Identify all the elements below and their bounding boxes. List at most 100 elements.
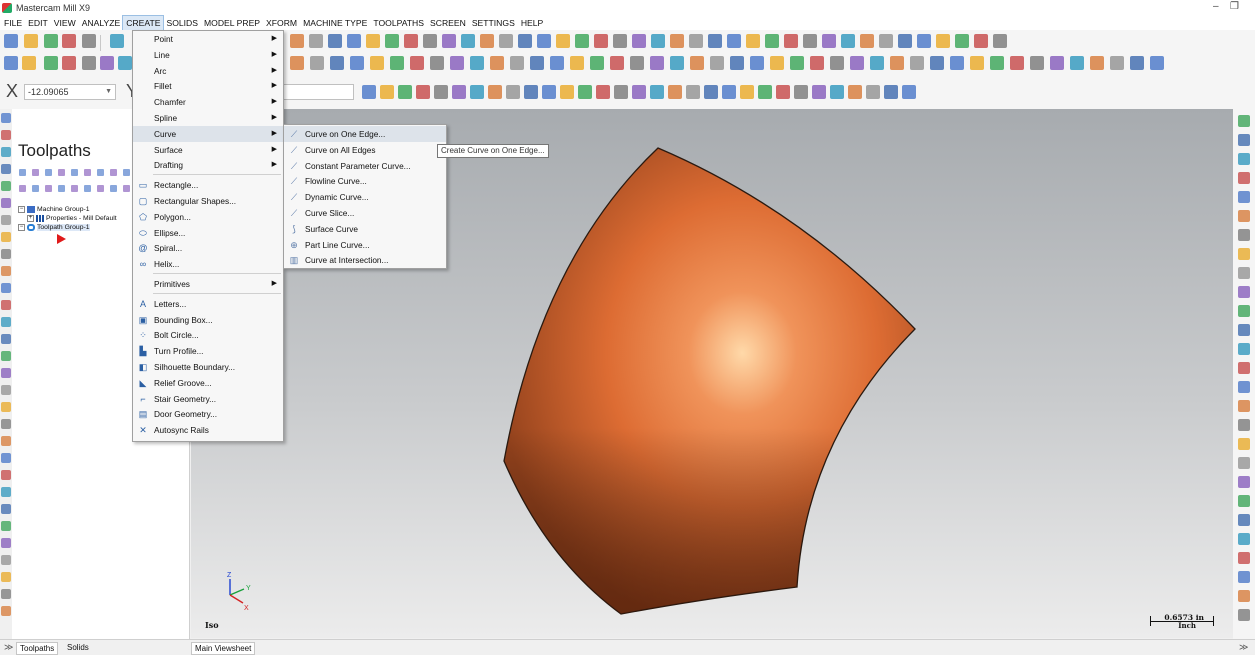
create-menu-item-helix[interactable]: Helix... ∞ [133, 256, 283, 272]
tree-row-toolpath-group[interactable]: − Toolpath Group-1 [18, 223, 117, 232]
file-tool-icon[interactable] [499, 34, 513, 48]
file-tool-icon[interactable] [803, 34, 817, 48]
create-menu-item-bounding-box[interactable]: Bounding Box... ▣ [133, 312, 283, 328]
file-tool-icon[interactable] [404, 34, 418, 48]
x-coordinate-input[interactable]: -12.09065 ▼ [24, 84, 116, 100]
create-menu-item-letters[interactable]: Letters... A [133, 296, 283, 312]
curve-menu-item-part-line-curve[interactable]: ⊕ Part Line Curve... [284, 237, 446, 253]
file-tool-icon[interactable] [4, 34, 18, 48]
sketch-tool-icon[interactable] [410, 56, 424, 70]
side-tool-icon[interactable] [1, 368, 11, 378]
chevron-down-icon[interactable]: ▼ [105, 85, 112, 99]
file-tool-icon[interactable] [860, 34, 874, 48]
create-menu-item-fillet[interactable]: Fillet ▶ [133, 78, 283, 94]
view-tool-icon[interactable] [902, 85, 916, 99]
right-tool-icon[interactable] [1238, 229, 1250, 241]
view-tool-icon[interactable] [452, 85, 466, 99]
side-tool-icon[interactable] [1, 334, 11, 344]
side-tool-icon[interactable] [1, 589, 11, 599]
side-tool-icon[interactable] [1, 419, 11, 429]
side-tool-icon[interactable] [1, 300, 11, 310]
right-tool-icon[interactable] [1238, 590, 1250, 602]
create-menu-item-stair-geometry[interactable]: Stair Geometry... ⌐ [133, 391, 283, 407]
sketch-tool-icon[interactable] [510, 56, 524, 70]
right-tool-icon[interactable] [1238, 362, 1250, 374]
sketch-tool-icon[interactable] [82, 56, 96, 70]
right-tool-icon[interactable] [1238, 343, 1250, 355]
menu-view[interactable]: VIEW [51, 16, 79, 30]
side-tool-icon[interactable] [1, 351, 11, 361]
sketch-tool-icon[interactable] [850, 56, 864, 70]
sketch-tool-icon[interactable] [590, 56, 604, 70]
file-tool-icon[interactable] [110, 34, 124, 48]
view-tool-icon[interactable] [866, 85, 880, 99]
curve-menu-item-curve-slice[interactable]: ⟋ Curve Slice... [284, 205, 446, 221]
curve-menu-item-constant-parameter-curve[interactable]: ⟋ Constant Parameter Curve... [284, 158, 446, 174]
create-menu-item-rectangular-shapes[interactable]: Rectangular Shapes... ▢ [133, 193, 283, 209]
view-tool-icon[interactable] [812, 85, 826, 99]
side-tool-icon[interactable] [1, 385, 11, 395]
sketch-tool-icon[interactable] [750, 56, 764, 70]
view-tool-icon[interactable] [398, 85, 412, 99]
right-tool-icon[interactable] [1238, 305, 1250, 317]
view-tool-icon[interactable] [686, 85, 700, 99]
menu-settings[interactable]: SETTINGS [469, 16, 518, 30]
file-tool-icon[interactable] [917, 34, 931, 48]
toolpath-tool-icon[interactable] [71, 185, 78, 192]
side-tool-icon[interactable] [1, 147, 11, 157]
toolpath-tool-icon[interactable] [45, 169, 52, 176]
right-tool-icon[interactable] [1238, 400, 1250, 412]
file-tool-icon[interactable] [82, 34, 96, 48]
sketch-tool-icon[interactable] [370, 56, 384, 70]
create-menu-item-autosync-rails[interactable]: Autosync Rails ✕ [133, 422, 283, 438]
sketch-tool-icon[interactable] [710, 56, 724, 70]
file-tool-icon[interactable] [290, 34, 304, 48]
view-tool-icon[interactable] [434, 85, 448, 99]
right-tool-icon[interactable] [1238, 134, 1250, 146]
tab-toolpaths[interactable]: Toolpaths [16, 642, 59, 655]
curve-menu-item-surface-curve[interactable]: ⟆ Surface Curve [284, 221, 446, 237]
side-tool-icon[interactable] [1, 470, 11, 480]
menu-machine-type[interactable]: MACHINE TYPE [300, 16, 370, 30]
create-menu-item-curve[interactable]: Curve ▶ [133, 125, 283, 142]
sketch-tool-icon[interactable] [22, 56, 36, 70]
side-tool-icon[interactable] [1, 266, 11, 276]
sketch-tool-icon[interactable] [650, 56, 664, 70]
file-tool-icon[interactable] [24, 34, 38, 48]
file-tool-icon[interactable] [632, 34, 646, 48]
view-tool-icon[interactable] [722, 85, 736, 99]
file-tool-icon[interactable] [385, 34, 399, 48]
view-tool-icon[interactable] [416, 85, 430, 99]
file-tool-icon[interactable] [366, 34, 380, 48]
sketch-tool-icon[interactable] [1010, 56, 1024, 70]
collapse-panel-icon[interactable]: ≫ [4, 642, 13, 653]
toolpath-tool-icon[interactable] [58, 185, 65, 192]
toolpath-tool-icon[interactable] [97, 185, 104, 192]
create-menu-item-drafting[interactable]: Drafting ▶ [133, 157, 283, 173]
minimize-button[interactable]: – [1213, 1, 1219, 12]
sketch-tool-icon[interactable] [830, 56, 844, 70]
view-tool-icon[interactable] [578, 85, 592, 99]
sketch-tool-icon[interactable] [350, 56, 364, 70]
file-tool-icon[interactable] [784, 34, 798, 48]
expand-icon[interactable]: + [27, 215, 34, 222]
menu-model-prep[interactable]: MODEL PREP [201, 16, 263, 30]
file-tool-icon[interactable] [841, 34, 855, 48]
sketch-tool-icon[interactable] [1150, 56, 1164, 70]
create-menu-item-arc[interactable]: Arc ▶ [133, 63, 283, 79]
view-tool-icon[interactable] [668, 85, 682, 99]
sketch-tool-icon[interactable] [1090, 56, 1104, 70]
view-tool-icon[interactable] [848, 85, 862, 99]
file-tool-icon[interactable] [556, 34, 570, 48]
view-tool-icon[interactable] [524, 85, 538, 99]
sketch-tool-icon[interactable] [970, 56, 984, 70]
file-tool-icon[interactable] [328, 34, 342, 48]
view-tool-icon[interactable] [560, 85, 574, 99]
view-tool-icon[interactable] [740, 85, 754, 99]
file-tool-icon[interactable] [936, 34, 950, 48]
tree-row-machine-group[interactable]: − Machine Group-1 [18, 205, 117, 214]
right-tool-icon[interactable] [1238, 210, 1250, 222]
toolpath-tool-icon[interactable] [110, 185, 117, 192]
file-tool-icon[interactable] [347, 34, 361, 48]
side-tool-icon[interactable] [1, 538, 11, 548]
